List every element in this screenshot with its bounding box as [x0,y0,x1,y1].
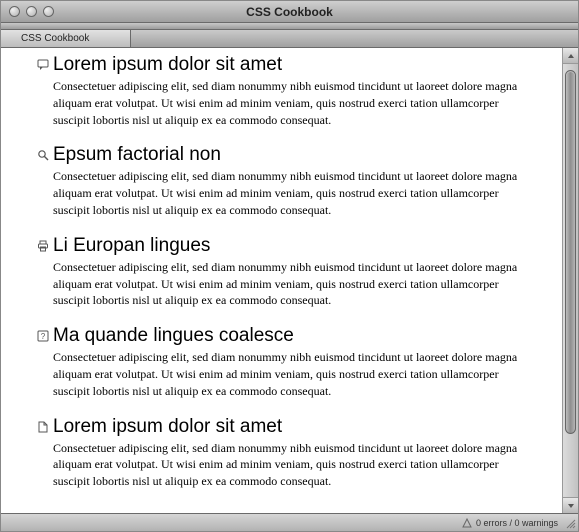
section-body: Consectetuer adipiscing elit, sed diam n… [53,259,534,309]
section-body: Consectetuer adipiscing elit, sed diam n… [53,349,534,399]
section-body: Consectetuer adipiscing elit, sed diam n… [53,78,534,128]
scrollbar-thumb[interactable] [565,70,576,434]
section: Li Europan lingues Consectetuer adipisci… [53,235,534,309]
magnifier-icon [37,149,49,161]
toolbar [1,23,578,30]
heading-text: Lorem ipsum dolor sit amet [53,54,282,76]
titlebar[interactable]: CSS Cookbook [1,1,578,23]
section-body: Consectetuer adipiscing elit, sed diam n… [53,440,534,490]
page-viewport[interactable]: Lorem ipsum dolor sit amet Consectetuer … [1,48,562,513]
chevron-down-icon [567,502,575,510]
zoom-window-button[interactable] [43,6,54,17]
scroll-down-button[interactable] [563,497,578,513]
chevron-up-icon [567,52,575,60]
browser-window: CSS Cookbook CSS Cookbook Lorem ipsum do… [1,1,578,531]
section: Lorem ipsum dolor sit amet Consectetuer … [53,54,534,128]
scrollbar-track[interactable] [563,64,578,497]
heading-text: Epsum factorial non [53,144,221,166]
window-title: CSS Cookbook [1,5,578,19]
speech-bubble-icon [37,59,49,71]
heading-text: Ma quande lingues coalesce [53,325,294,347]
status-text: 0 errors / 0 warnings [476,518,558,528]
close-window-button[interactable] [9,6,20,17]
section-heading: Epsum factorial non [37,144,534,166]
section-heading: Lorem ipsum dolor sit amet [37,54,534,76]
resize-grip[interactable] [564,517,576,529]
section: Epsum factorial non Consectetuer adipisc… [53,144,534,218]
scroll-up-button[interactable] [563,48,578,64]
document-icon [37,421,49,433]
tab-label: CSS Cookbook [21,33,89,44]
tab-css-cookbook[interactable]: CSS Cookbook [1,30,131,47]
section-body: Consectetuer adipiscing elit, sed diam n… [53,168,534,218]
heading-text: Lorem ipsum dolor sit amet [53,416,282,438]
printer-icon [37,240,49,252]
help-square-icon: ? [37,330,49,342]
svg-text:?: ? [41,332,46,341]
section-heading: Lorem ipsum dolor sit amet [37,416,534,438]
section: Lorem ipsum dolor sit amet Consectetuer … [53,416,534,490]
tab-bar: CSS Cookbook [1,30,578,48]
section-heading: ? Ma quande lingues coalesce [37,325,534,347]
status-warning-icon [462,518,472,528]
status-bar: 0 errors / 0 warnings [1,513,578,531]
minimize-window-button[interactable] [26,6,37,17]
vertical-scrollbar[interactable] [562,48,578,513]
heading-text: Li Europan lingues [53,235,210,257]
section: ? Ma quande lingues coalesce Consectetue… [53,325,534,399]
section-heading: Li Europan lingues [37,235,534,257]
content-area: Lorem ipsum dolor sit amet Consectetuer … [1,48,578,513]
traffic-lights [9,6,54,17]
